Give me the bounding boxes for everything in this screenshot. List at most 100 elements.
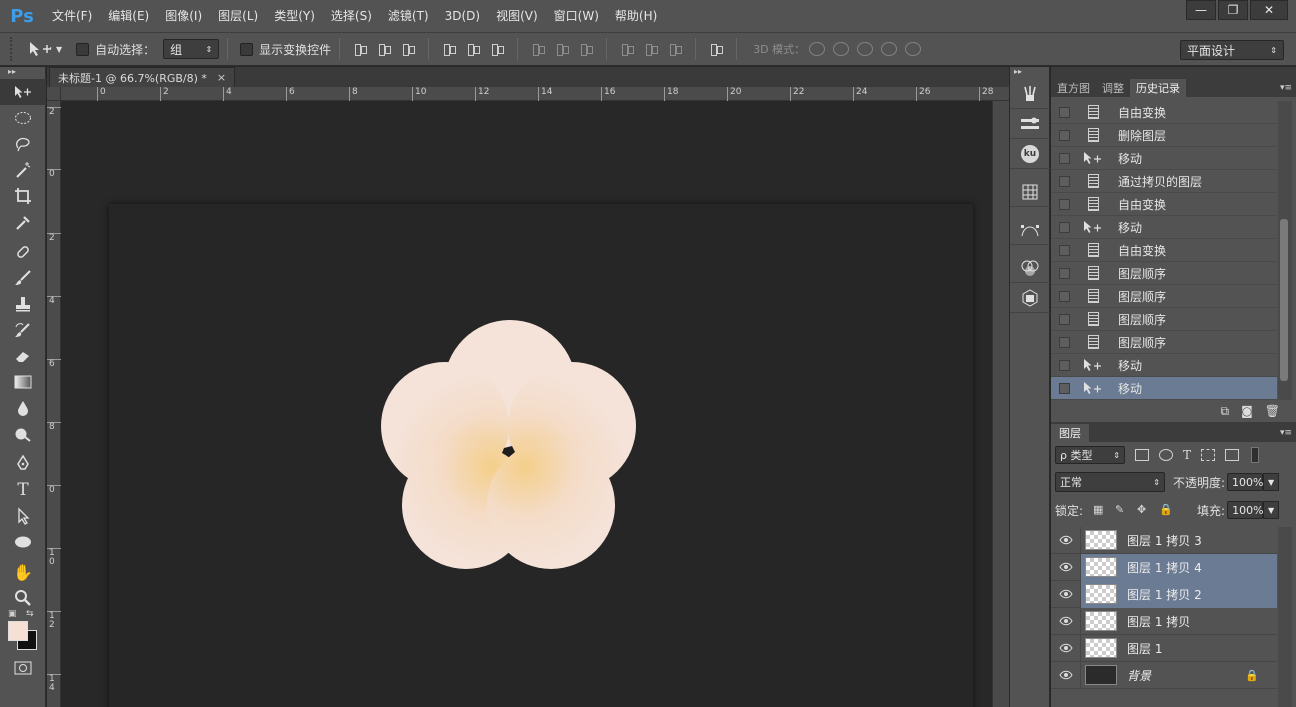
auto-select-dropdown[interactable]: 组 ⇕ [163, 39, 220, 59]
history-item[interactable]: 移动 [1051, 354, 1277, 377]
history-source-checkbox[interactable] [1059, 382, 1070, 394]
default-colors-icon[interactable]: ▣ [8, 609, 17, 619]
history-scroll-thumb[interactable] [1280, 219, 1288, 381]
menu-image[interactable]: 图像(I) [157, 0, 210, 32]
history-source-checkbox[interactable] [1059, 244, 1070, 256]
history-source-checkbox[interactable] [1059, 106, 1070, 118]
filter-smart-object-icon[interactable] [1225, 449, 1240, 461]
history-item[interactable]: 图层顺序 [1051, 285, 1277, 308]
tab-histogram[interactable]: 直方图 [1051, 79, 1096, 97]
canvas[interactable] [109, 204, 973, 707]
quick-mask-button[interactable] [0, 655, 46, 681]
slide-3d-icon[interactable] [881, 42, 898, 56]
crop-tool[interactable] [0, 183, 46, 209]
vertical-scrollbar[interactable] [992, 101, 1009, 707]
menu-3d[interactable]: 3D(D) [437, 0, 488, 32]
channels-button[interactable] [1010, 253, 1050, 283]
collapse-icon[interactable]: ▸▸ [1010, 67, 1049, 79]
opacity-input[interactable]: 100% [1227, 473, 1264, 491]
brush-tool[interactable] [0, 265, 46, 291]
layer-name[interactable]: 图层 1 [1127, 640, 1162, 657]
healing-brush-tool[interactable] [0, 239, 46, 265]
move-tool[interactable] [0, 79, 46, 105]
align-top-icon[interactable] [353, 42, 368, 56]
history-source-checkbox[interactable] [1059, 129, 1070, 141]
history-source-checkbox[interactable] [1059, 198, 1070, 210]
drag-3d-icon[interactable] [857, 42, 874, 56]
menu-layer[interactable]: 图层(L) [210, 0, 266, 32]
menu-edit[interactable]: 编辑(E) [100, 0, 157, 32]
paths-button[interactable] [1010, 215, 1050, 245]
tab-adjustments[interactable]: 调整 [1096, 79, 1130, 97]
clone-stamp-tool[interactable] [0, 291, 46, 317]
zoom-tool[interactable] [0, 585, 46, 611]
panel-menu-icon[interactable]: ▾≡ [1280, 83, 1292, 93]
document-tab[interactable]: 未标题-1 @ 66.7%(RGB/8) * × [49, 67, 236, 87]
align-hcenter-icon[interactable] [466, 42, 481, 56]
layer-row[interactable]: 图层 1 拷贝 2 [1051, 580, 1277, 608]
horizontal-ruler[interactable]: 0 2 4 6 8 10 12 14 16 18 20 22 24 26 28 [61, 87, 1009, 101]
history-source-checkbox[interactable] [1059, 152, 1070, 164]
rotate-3d-icon[interactable] [809, 42, 826, 56]
auto-align-icon[interactable] [709, 42, 724, 56]
filter-shape-icon[interactable] [1201, 449, 1216, 461]
eye-visibility-icon[interactable] [1051, 607, 1081, 635]
ku-button[interactable]: ku [1010, 139, 1050, 169]
layer-name[interactable]: 图层 1 拷贝 4 [1127, 559, 1202, 576]
layer-name[interactable]: 图层 1 拷贝 3 [1127, 532, 1202, 549]
filter-type-icon[interactable]: T [1183, 448, 1191, 462]
history-source-checkbox[interactable] [1059, 221, 1070, 233]
distribute-top-icon[interactable] [531, 42, 546, 56]
foreground-color-swatch[interactable] [8, 621, 28, 641]
show-transform-checkbox[interactable] [240, 42, 254, 56]
filter-adjustment-icon[interactable] [1159, 449, 1173, 461]
tab-layers[interactable]: 图层 [1051, 424, 1089, 442]
layers-scrollbar[interactable] [1278, 527, 1292, 707]
filter-toggle-icon[interactable] [1251, 447, 1260, 463]
layer-name[interactable]: 背景 [1127, 667, 1151, 684]
align-right-icon[interactable] [490, 42, 505, 56]
auto-select-checkbox[interactable] [76, 42, 90, 56]
ruler-origin[interactable] [47, 87, 61, 101]
opacity-slider-button[interactable]: ▼ [1263, 473, 1280, 491]
path-selection-tool[interactable] [0, 503, 46, 529]
history-item[interactable]: 自由变换 [1051, 193, 1277, 216]
type-tool[interactable]: T [0, 477, 46, 503]
layer-filter-dropdown[interactable]: ρ 类型 ⇕ [1055, 446, 1125, 464]
align-vcenter-icon[interactable] [377, 42, 392, 56]
close-tab-icon[interactable]: × [217, 71, 226, 84]
eyedropper-tool[interactable] [0, 209, 46, 235]
tab-history[interactable]: 历史记录 [1130, 79, 1186, 97]
menu-window[interactable]: 窗口(W) [546, 0, 607, 32]
scale-3d-icon[interactable] [905, 42, 922, 56]
tool-presets-button[interactable] [1010, 109, 1050, 139]
blur-tool[interactable] [0, 395, 46, 421]
layer-row[interactable]: 背景 🔒 [1051, 661, 1277, 689]
menu-help[interactable]: 帮助(H) [607, 0, 665, 32]
close-button[interactable]: ✕ [1250, 0, 1288, 20]
history-source-checkbox[interactable] [1059, 359, 1070, 371]
history-source-checkbox[interactable] [1059, 313, 1070, 325]
layer-name[interactable]: 图层 1 拷贝 [1127, 613, 1190, 630]
options-grip[interactable] [10, 37, 18, 61]
magic-wand-tool[interactable] [0, 157, 46, 183]
layer-row[interactable]: 图层 1 拷贝 4 [1051, 553, 1277, 581]
history-source-checkbox[interactable] [1059, 175, 1070, 187]
menu-select[interactable]: 选择(S) [323, 0, 380, 32]
lock-paint-icon[interactable]: ✎ [1115, 504, 1127, 516]
tool-preset-picker[interactable]: ▼ [28, 41, 62, 57]
swap-colors-icon[interactable]: ⇆ [26, 609, 34, 619]
eye-visibility-icon[interactable] [1051, 634, 1081, 662]
layer-row[interactable]: 图层 1 拷贝 [1051, 607, 1277, 635]
eye-visibility-icon[interactable] [1051, 661, 1081, 689]
history-item[interactable]: 移动 [1051, 216, 1277, 239]
history-source-checkbox[interactable] [1059, 267, 1070, 279]
distribute-vcenter-icon[interactable] [555, 42, 570, 56]
trash-icon[interactable]: 🗑 [1265, 404, 1280, 418]
history-item[interactable]: 通过拷贝的图层 [1051, 170, 1277, 193]
fill-input[interactable]: 100% [1227, 501, 1264, 519]
history-item[interactable]: 图层顺序 [1051, 331, 1277, 354]
new-document-from-state-icon[interactable]: ⧉ [1221, 404, 1230, 419]
menu-filter[interactable]: 滤镜(T) [380, 0, 437, 32]
history-source-checkbox[interactable] [1059, 336, 1070, 348]
